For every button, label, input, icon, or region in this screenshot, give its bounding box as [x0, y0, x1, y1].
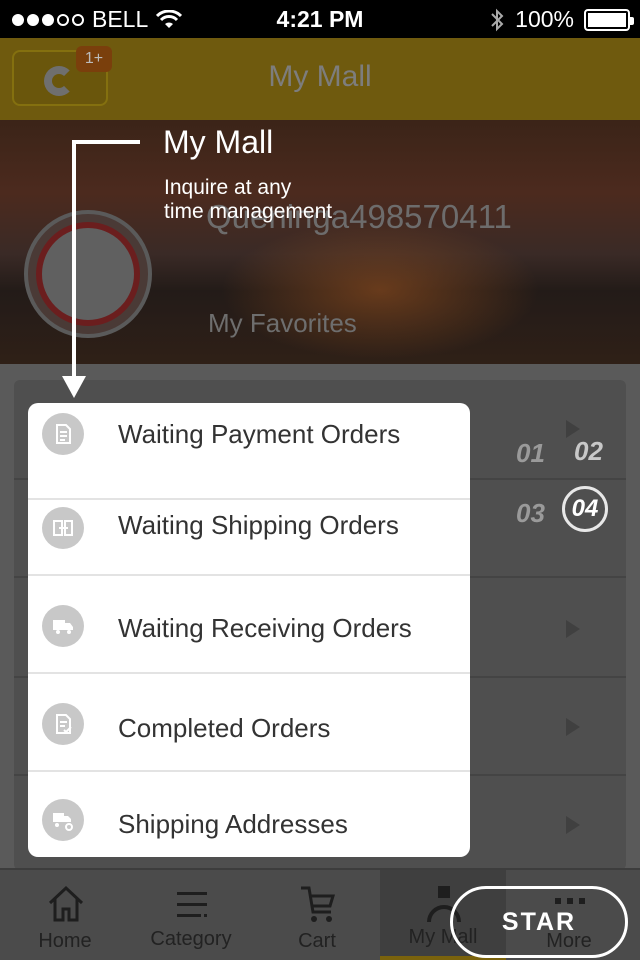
step-number: 02	[574, 436, 603, 466]
truck-gear-icon	[42, 799, 84, 841]
coach-description: time management	[164, 200, 333, 223]
tab-home[interactable]: Home	[2, 870, 128, 960]
battery-percentage: 100%	[515, 6, 574, 32]
tab-category[interactable]: Category	[128, 870, 254, 960]
menu-item-waiting-shipping[interactable]: Waiting Shipping Orders	[28, 479, 470, 576]
truck-icon	[42, 605, 84, 647]
step-number: 03	[516, 498, 545, 528]
menu-item-label: Completed Orders	[118, 713, 331, 743]
page-title: My Mall	[268, 60, 372, 93]
menu-item-shipping-addresses[interactable]: Shipping Addresses	[28, 773, 470, 857]
current-step-indicator: 04	[562, 486, 608, 532]
battery-icon	[584, 8, 634, 31]
document-icon	[42, 413, 84, 455]
menu-item-label: Shipping Addresses	[118, 809, 348, 839]
status-bar: BELL 4:21 PM 100%	[0, 0, 640, 38]
tab-label: Cart	[298, 930, 336, 952]
menu-item-label: Waiting Shipping Orders	[118, 510, 399, 540]
orders-menu: Waiting Payment Orders Waiting Shipping …	[28, 403, 470, 857]
home-icon	[48, 885, 84, 922]
coach-title: My Mall	[163, 124, 274, 160]
list-icon	[177, 892, 207, 917]
coach-description: Inquire at any	[164, 176, 292, 199]
menu-item-waiting-receiving[interactable]: Waiting Receiving Orders	[28, 577, 470, 674]
chevron-right-icon	[566, 816, 580, 834]
step-number: 01	[516, 438, 545, 468]
menu-item-label: Waiting Payment Orders	[118, 419, 401, 449]
chevron-right-icon	[566, 718, 580, 736]
menu-item-label: Waiting Receiving Orders	[118, 613, 412, 643]
coach-pointer-line	[72, 140, 140, 144]
coach-arrow-icon	[62, 376, 86, 398]
tab-label: Home	[38, 930, 92, 952]
chevron-right-icon	[566, 620, 580, 638]
favorites-link[interactable]: My Favorites	[208, 308, 357, 339]
menu-item-completed[interactable]: Completed Orders	[28, 675, 470, 772]
avatar[interactable]	[24, 210, 152, 338]
tab-label: Category	[150, 928, 232, 950]
star-button[interactable]: STAR	[450, 886, 628, 958]
bluetooth-icon	[491, 8, 504, 31]
cart-icon	[301, 886, 336, 922]
coach-pointer-line	[72, 140, 76, 380]
document-check-icon	[42, 703, 84, 745]
transfer-icon	[42, 507, 84, 549]
header-bar: 1+ My Mall	[0, 38, 640, 120]
tab-cart[interactable]: Cart	[254, 870, 380, 960]
